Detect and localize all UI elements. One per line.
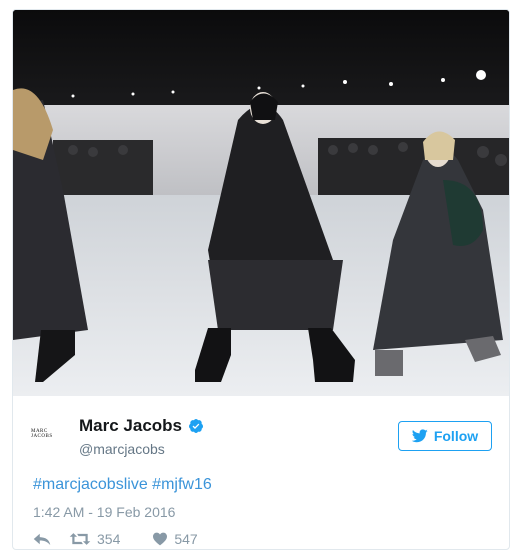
avatar-logo-text: MARC JACOBS <box>31 429 53 439</box>
embedded-tweet-card: MARC JACOBS Marc Jacobs @marcjacobs Foll… <box>12 9 510 550</box>
like-action[interactable]: 547 <box>152 531 198 547</box>
avatar[interactable]: MARC JACOBS <box>31 424 71 444</box>
tweet-body: MARC JACOBS Marc Jacobs @marcjacobs Foll… <box>13 396 509 549</box>
tweet-actions: 354 547 <box>33 530 198 548</box>
tweet-text: #marcjacobslive #mjfw16 <box>33 476 212 494</box>
author-name-row[interactable]: Marc Jacobs <box>79 416 204 436</box>
hashtag-link-mjfw16[interactable]: #mjfw16 <box>152 476 212 493</box>
follow-button-label: Follow <box>433 428 479 444</box>
author-handle[interactable]: @marcjacobs <box>79 441 165 457</box>
reply-icon <box>33 533 51 545</box>
follow-button[interactable]: Follow <box>398 421 492 451</box>
twitter-bird-icon <box>411 429 428 443</box>
retweet-action[interactable]: 354 <box>69 531 120 547</box>
like-count: 547 <box>174 531 198 547</box>
author-display-name[interactable]: Marc Jacobs <box>79 416 182 436</box>
tweet-media-photo[interactable] <box>13 10 509 396</box>
verified-badge-icon <box>189 419 204 433</box>
retweet-count: 354 <box>97 531 121 547</box>
heart-icon <box>153 532 168 546</box>
tweet-timestamp[interactable]: 1:42 AM - 19 Feb 2016 <box>33 504 175 520</box>
reply-action[interactable] <box>33 532 51 546</box>
hashtag-link-marcjacobslive[interactable]: #marcjacobslive <box>33 476 148 493</box>
retweet-icon <box>69 533 91 545</box>
runway-photo-illustration <box>13 10 509 396</box>
